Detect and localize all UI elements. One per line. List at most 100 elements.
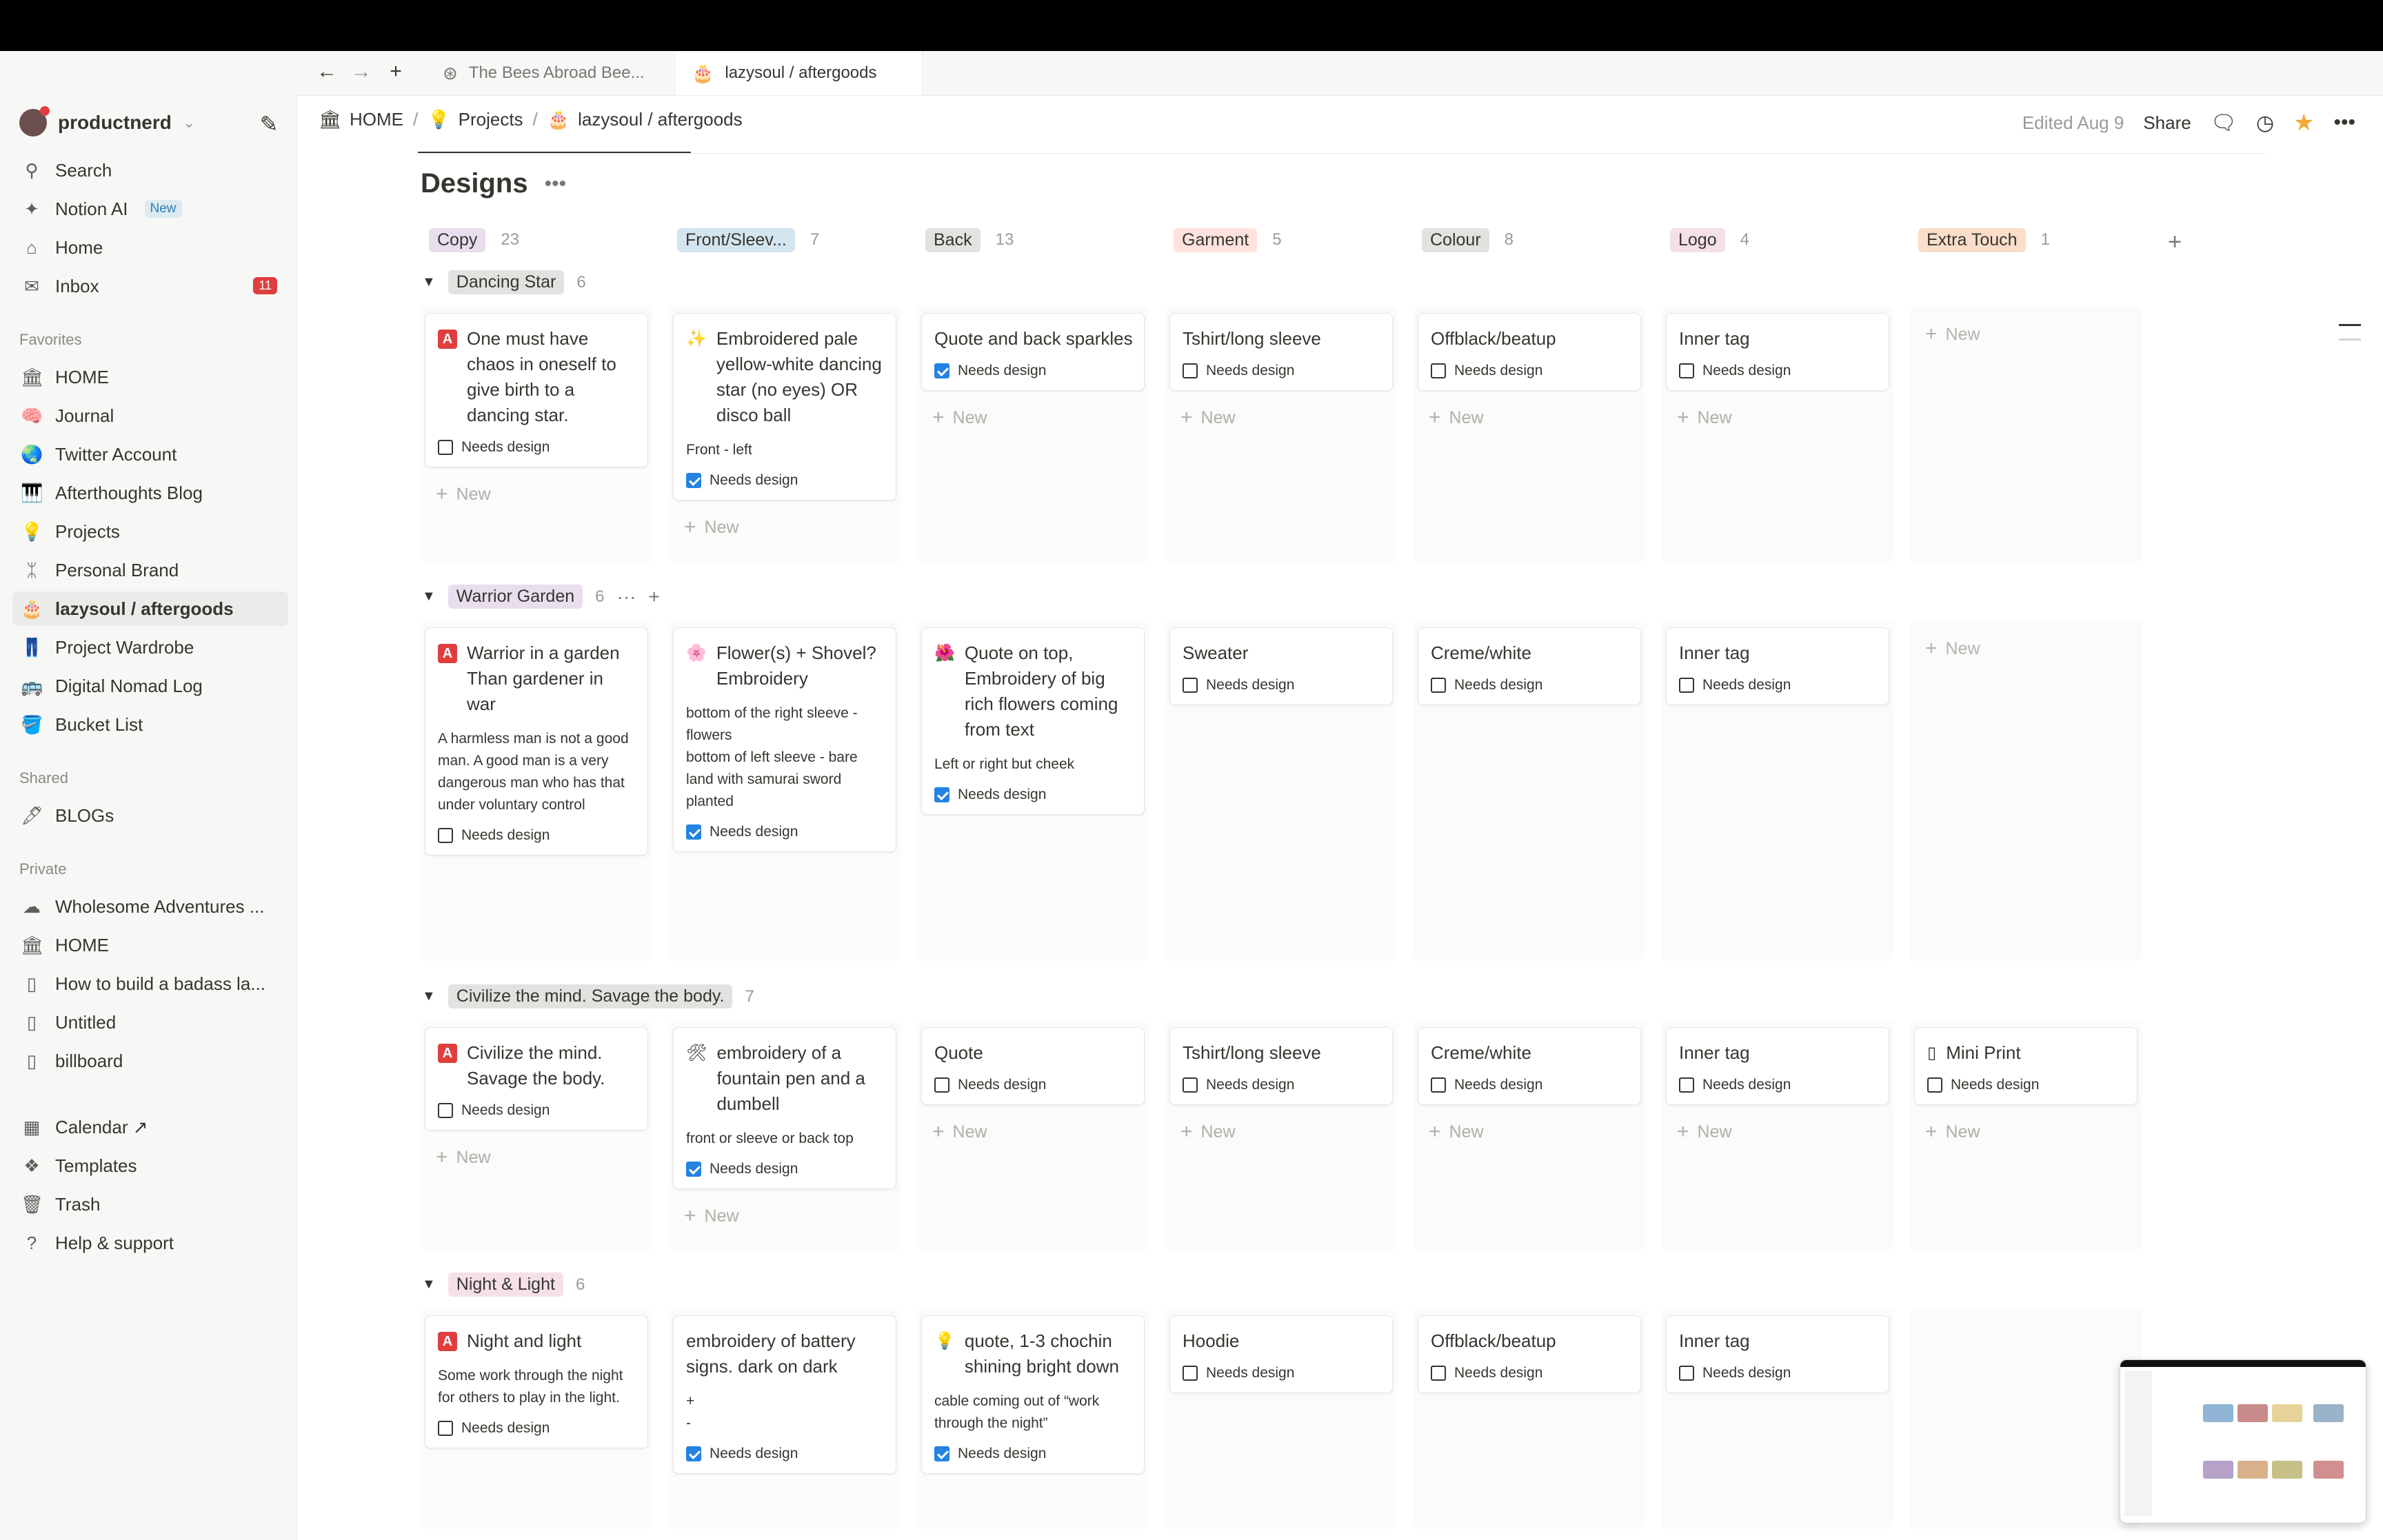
sidebar-item-lazysoul-aftergoods[interactable]: 🎂 lazysoul / aftergoods — [12, 591, 288, 626]
column-header[interactable]: Logo 4 — [1662, 222, 1893, 258]
collapse-triangle-icon[interactable]: ▼ — [422, 1277, 436, 1293]
board-card[interactable]: Creme/white Needs design — [1418, 627, 1641, 705]
checkbox-checked-icon[interactable] — [934, 1446, 949, 1461]
column-header[interactable]: Front/Sleev... 7 — [669, 222, 901, 258]
add-column-plus-icon[interactable]: + — [2158, 226, 2191, 259]
new-card-button[interactable]: + New — [684, 516, 739, 539]
new-card-button[interactable]: + New — [1429, 1120, 1484, 1144]
sidebar-item-blogs[interactable]: 🖋 BLOGs — [12, 798, 288, 833]
sidebar-item-journal[interactable]: 🧠 Journal — [12, 398, 288, 433]
board-card[interactable]: Offblack/beatup Needs design — [1418, 1315, 1641, 1393]
new-card-button[interactable]: + New — [1677, 406, 1732, 429]
needs-design-checkbox-row[interactable]: Needs design — [934, 363, 1133, 379]
sidebar-item-home[interactable]: 🏛 HOME — [12, 360, 288, 394]
needs-design-checkbox-row[interactable]: Needs design — [686, 824, 885, 840]
board-card[interactable]: Creme/white Needs design — [1418, 1027, 1641, 1105]
window-preview-thumbnail[interactable] — [2120, 1359, 2366, 1523]
checkbox-empty-icon[interactable] — [1183, 1077, 1198, 1093]
sidebar-item-templates[interactable]: ❖ Templates — [12, 1148, 288, 1183]
checkbox-empty-icon[interactable] — [438, 1421, 453, 1436]
board-card[interactable]: Tshirt/long sleeve Needs design — [1169, 1027, 1393, 1105]
breadcrumb-item[interactable]: 🏛 HOME — [319, 109, 403, 130]
board-card[interactable]: 🌸 Flower(s) + Shovel? Embroidery bottom of… — [673, 627, 896, 852]
new-card-button[interactable]: + New — [1429, 406, 1484, 429]
sidebar-item-home[interactable]: 🏛 HOME — [12, 928, 288, 962]
group-header[interactable]: ▼ Dancing Star 6 — [422, 270, 586, 294]
collapse-triangle-icon[interactable]: ▼ — [422, 274, 436, 290]
share-button[interactable]: Share — [2143, 112, 2191, 134]
checkbox-empty-icon[interactable] — [934, 1077, 949, 1093]
new-tab-plus-icon[interactable]: + — [381, 57, 411, 87]
group-header[interactable]: ▼ Night & Light 6 — [422, 1273, 585, 1297]
new-card-button[interactable]: + New — [932, 1120, 987, 1144]
sidebar-item-project-wardrobe[interactable]: 👖 Project Wardrobe — [12, 630, 288, 665]
checkbox-empty-icon[interactable] — [1431, 1366, 1446, 1381]
forward-arrow-icon[interactable]: → — [346, 57, 376, 87]
board-card[interactable]: Offblack/beatup Needs design — [1418, 313, 1641, 391]
column-header[interactable]: Copy 23 — [421, 222, 652, 258]
sidebar-item-calendar[interactable]: ▦ Calendar ↗ — [12, 1110, 288, 1144]
new-card-button[interactable]: + New — [1180, 406, 1236, 429]
sidebar-item-twitter-account[interactable]: 🌏 Twitter Account — [12, 437, 288, 472]
database-options-icon[interactable]: ••• — [545, 172, 567, 196]
back-arrow-icon[interactable]: ← — [312, 57, 342, 87]
needs-design-checkbox-row[interactable]: Needs design — [686, 472, 885, 489]
checkbox-empty-icon[interactable] — [1679, 363, 1694, 378]
needs-design-checkbox-row[interactable]: Needs design — [1183, 363, 1381, 379]
needs-design-checkbox-row[interactable]: Needs design — [1679, 1077, 1878, 1093]
board-card[interactable]: Hoodie Needs design — [1169, 1315, 1393, 1393]
new-card-button[interactable]: + New — [1925, 1120, 1980, 1144]
needs-design-checkbox-row[interactable]: Needs design — [1431, 1365, 1629, 1381]
sidebar-item-help-support[interactable]: ? Help & support — [12, 1226, 288, 1260]
checkbox-empty-icon[interactable] — [438, 828, 453, 843]
checkbox-checked-icon[interactable] — [686, 473, 701, 488]
needs-design-checkbox-row[interactable]: Needs design — [1927, 1077, 2126, 1093]
sidebar-item-trash[interactable]: 🗑 Trash — [12, 1187, 288, 1222]
needs-design-checkbox-row[interactable]: Needs design — [934, 1077, 1133, 1093]
checkbox-empty-icon[interactable] — [1679, 678, 1694, 693]
checkbox-empty-icon[interactable] — [438, 440, 453, 455]
board-card[interactable]: A Warrior in a garden Than gardener in wa… — [425, 627, 648, 855]
needs-design-checkbox-row[interactable]: Needs design — [438, 1420, 636, 1437]
checkbox-empty-icon[interactable] — [1183, 678, 1198, 693]
needs-design-checkbox-row[interactable]: Needs design — [686, 1161, 885, 1177]
board-card[interactable]: 🛠 embroidery of a fountain pen and a dumb… — [673, 1027, 896, 1189]
needs-design-checkbox-row[interactable]: Needs design — [438, 1102, 636, 1119]
needs-design-checkbox-row[interactable]: Needs design — [1679, 677, 1878, 693]
needs-design-checkbox-row[interactable]: Needs design — [934, 1446, 1133, 1462]
needs-design-checkbox-row[interactable]: Needs design — [438, 439, 636, 456]
needs-design-checkbox-row[interactable]: Needs design — [1183, 1365, 1381, 1381]
board-card[interactable]: Sweater Needs design — [1169, 627, 1393, 705]
column-header[interactable]: Back 13 — [917, 222, 1149, 258]
group-header[interactable]: ▼ Civilize the mind. Savage the body. 7 — [422, 984, 754, 1009]
group-add-plus-icon[interactable]: + — [648, 586, 659, 608]
board-card[interactable]: ▯ Mini Print Needs design — [1914, 1027, 2138, 1105]
sidebar-item-bucket-list[interactable]: 🪣 Bucket List — [12, 707, 288, 742]
page-outline-marker[interactable] — [2339, 324, 2361, 353]
checkbox-checked-icon[interactable] — [686, 1446, 701, 1461]
sidebar-item-home[interactable]: ⌂ Home — [12, 230, 288, 265]
new-card-button[interactable]: + New — [436, 483, 491, 506]
needs-design-checkbox-row[interactable]: Needs design — [1679, 363, 1878, 379]
tab-bees-abroad[interactable]: ⊛ The Bees Abroad Bee... — [426, 51, 674, 95]
board-card[interactable]: embroidery of battery signs. dark on dar… — [673, 1315, 896, 1474]
column-header[interactable]: Garment 5 — [1165, 222, 1397, 258]
checkbox-empty-icon[interactable] — [1679, 1366, 1694, 1381]
board-card[interactable]: Tshirt/long sleeve Needs design — [1169, 313, 1393, 391]
new-card-button[interactable]: + New — [932, 406, 987, 429]
sidebar-item-billboard[interactable]: ▯ billboard — [12, 1044, 288, 1078]
collapse-triangle-icon[interactable]: ▼ — [422, 589, 436, 605]
history-clock-icon[interactable]: ◷ — [2256, 111, 2274, 135]
sidebar-item-personal-brand[interactable]: ᛯ Personal Brand — [12, 553, 288, 587]
needs-design-checkbox-row[interactable]: Needs design — [1431, 1077, 1629, 1093]
new-card-button[interactable]: + New — [1925, 323, 1980, 346]
needs-design-checkbox-row[interactable]: Needs design — [438, 827, 636, 844]
needs-design-checkbox-row[interactable]: Needs design — [686, 1446, 885, 1462]
new-card-button[interactable]: + New — [1925, 637, 1980, 660]
group-header[interactable]: ▼ Warrior Garden 6 ··· + — [422, 585, 660, 609]
comment-icon[interactable]: 🗨 — [2211, 111, 2237, 135]
board-card[interactable]: A Civilize the mind. Savage the body. Need… — [425, 1027, 648, 1131]
board-card[interactable]: 💡 quote, 1-3 chochin shining bright down c… — [921, 1315, 1145, 1474]
checkbox-empty-icon[interactable] — [1183, 363, 1198, 378]
needs-design-checkbox-row[interactable]: Needs design — [1431, 677, 1629, 693]
